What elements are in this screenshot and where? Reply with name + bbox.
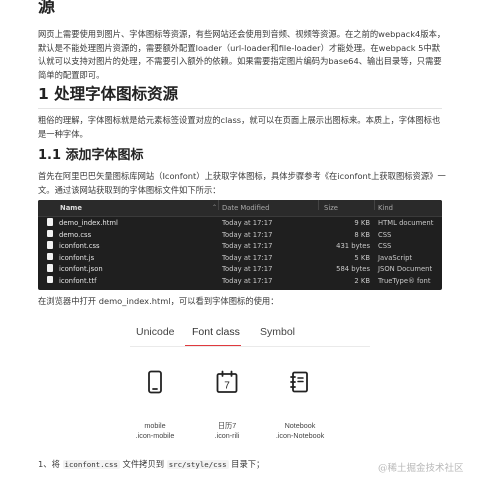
file-icon	[47, 252, 53, 260]
file-icon	[47, 218, 53, 226]
tab-font-class[interactable]: Font class	[192, 326, 240, 338]
file-size: 9 KB	[354, 219, 370, 227]
table-row[interactable]: iconfont.css Today at 17:17 431 bytes CS…	[38, 241, 442, 253]
mobile-icon	[143, 370, 167, 394]
browser-paragraph: 在浏览器中打开 demo_index.html，可以看到字体图标的使用：	[38, 296, 279, 306]
file-date: Today at 17:17	[222, 230, 273, 239]
file-date: Today at 17:17	[222, 253, 273, 262]
file-kind: JavaScript	[378, 253, 413, 262]
file-name: iconfont.css	[59, 242, 100, 250]
file-date: Today at 17:17	[222, 219, 273, 227]
file-icon	[47, 264, 53, 272]
col-name-header[interactable]: Name	[60, 200, 82, 216]
icon-name: Notebook	[284, 421, 316, 430]
table-row[interactable]: iconfont.js Today at 17:17 5 KB JavaScri…	[38, 252, 442, 265]
file-kind: CSS	[378, 230, 392, 239]
file-date: Today at 17:17	[222, 276, 273, 285]
file-kind: TrueType® font	[378, 276, 431, 285]
file-date: Today at 17:17	[222, 265, 273, 273]
header-separator	[318, 200, 319, 210]
step1-suffix: 目录下；	[228, 459, 265, 469]
file-size: 8 KB	[354, 230, 370, 239]
file-kind: CSS	[378, 242, 392, 250]
inline-code: src/style/css	[166, 460, 229, 469]
section11-heading: 1.1 添加字体图标	[38, 148, 144, 163]
file-kind: HTML document	[378, 219, 434, 227]
file-size: 5 KB	[354, 253, 370, 262]
tabs-divider	[130, 346, 370, 347]
file-size: 431 bytes	[336, 242, 370, 250]
file-name: demo.css	[59, 230, 92, 239]
file-icon	[47, 241, 53, 249]
intro-paragraph: 网页上需要使用到图片、字体图标等资源，有些网站还会使用到音频、视频等资源。在之前…	[38, 29, 446, 80]
calendar-day-number: 7	[224, 381, 230, 392]
file-name: demo_index.html	[59, 219, 118, 227]
icon-class: .icon-Notebook	[275, 431, 325, 440]
section1-divider	[38, 108, 442, 109]
file-size: 584 bytes	[336, 265, 370, 273]
file-table: Name ⌃ Date Modified Size Kind demo_inde…	[38, 200, 442, 290]
file-name: iconfont.json	[59, 265, 103, 273]
file-name: iconfont.js	[59, 253, 95, 262]
notebook-icon	[288, 370, 312, 394]
inline-code: iconfont.css	[62, 460, 120, 469]
header-separator	[374, 200, 375, 210]
tab-unicode[interactable]: Unicode	[136, 326, 175, 338]
file-date: Today at 17:17	[222, 242, 273, 250]
table-row[interactable]: demo_index.html Today at 17:17 9 KB HTML…	[38, 218, 442, 230]
table-row[interactable]: demo.css Today at 17:17 8 KB CSS	[38, 229, 442, 242]
section1-heading: 1 处理字体图标资源	[38, 85, 179, 103]
file-icon	[47, 275, 53, 283]
col-size-header[interactable]: Size	[324, 200, 372, 216]
tab-symbol[interactable]: Symbol	[260, 326, 295, 338]
col-kind-header[interactable]: Kind	[378, 200, 393, 216]
file-icon	[47, 229, 53, 237]
table-row[interactable]: iconfont.ttf Today at 17:17 2 KB TrueTyp…	[38, 275, 442, 288]
step1-middle: 文件拷贝到	[119, 459, 167, 469]
col-date-header[interactable]: Date Modified	[222, 200, 269, 216]
watermark: @稀土掘金技术社区	[378, 463, 464, 474]
step1-prefix: 1、将	[38, 459, 63, 469]
section11-paragraph: 首先在阿里巴巴矢量图标库网站（Iconfont）上获取字体图标，具体步骤参考《在…	[38, 171, 446, 195]
calendar-icon: 7	[215, 370, 239, 394]
top-heading: 源	[38, 0, 55, 17]
table-row[interactable]: iconfont.json Today at 17:17 584 bytes J…	[38, 264, 442, 276]
header-separator	[218, 200, 219, 210]
file-table-header: Name ⌃ Date Modified Size Kind	[38, 200, 442, 217]
file-kind: JSON Document	[378, 265, 433, 273]
file-size: 2 KB	[354, 276, 370, 285]
file-name: iconfont.ttf	[59, 276, 97, 285]
icon-caption-notebook: Notebook .icon-Notebook	[255, 421, 345, 441]
demo-tabs: Unicode Font class Symbol	[130, 322, 370, 348]
sort-caret-icon: ⌃	[212, 204, 218, 211]
section1-paragraph: 粗俗的理解，字体图标就是给元素标签设置对应的class，就可以在页面上展示出图标…	[38, 115, 441, 139]
